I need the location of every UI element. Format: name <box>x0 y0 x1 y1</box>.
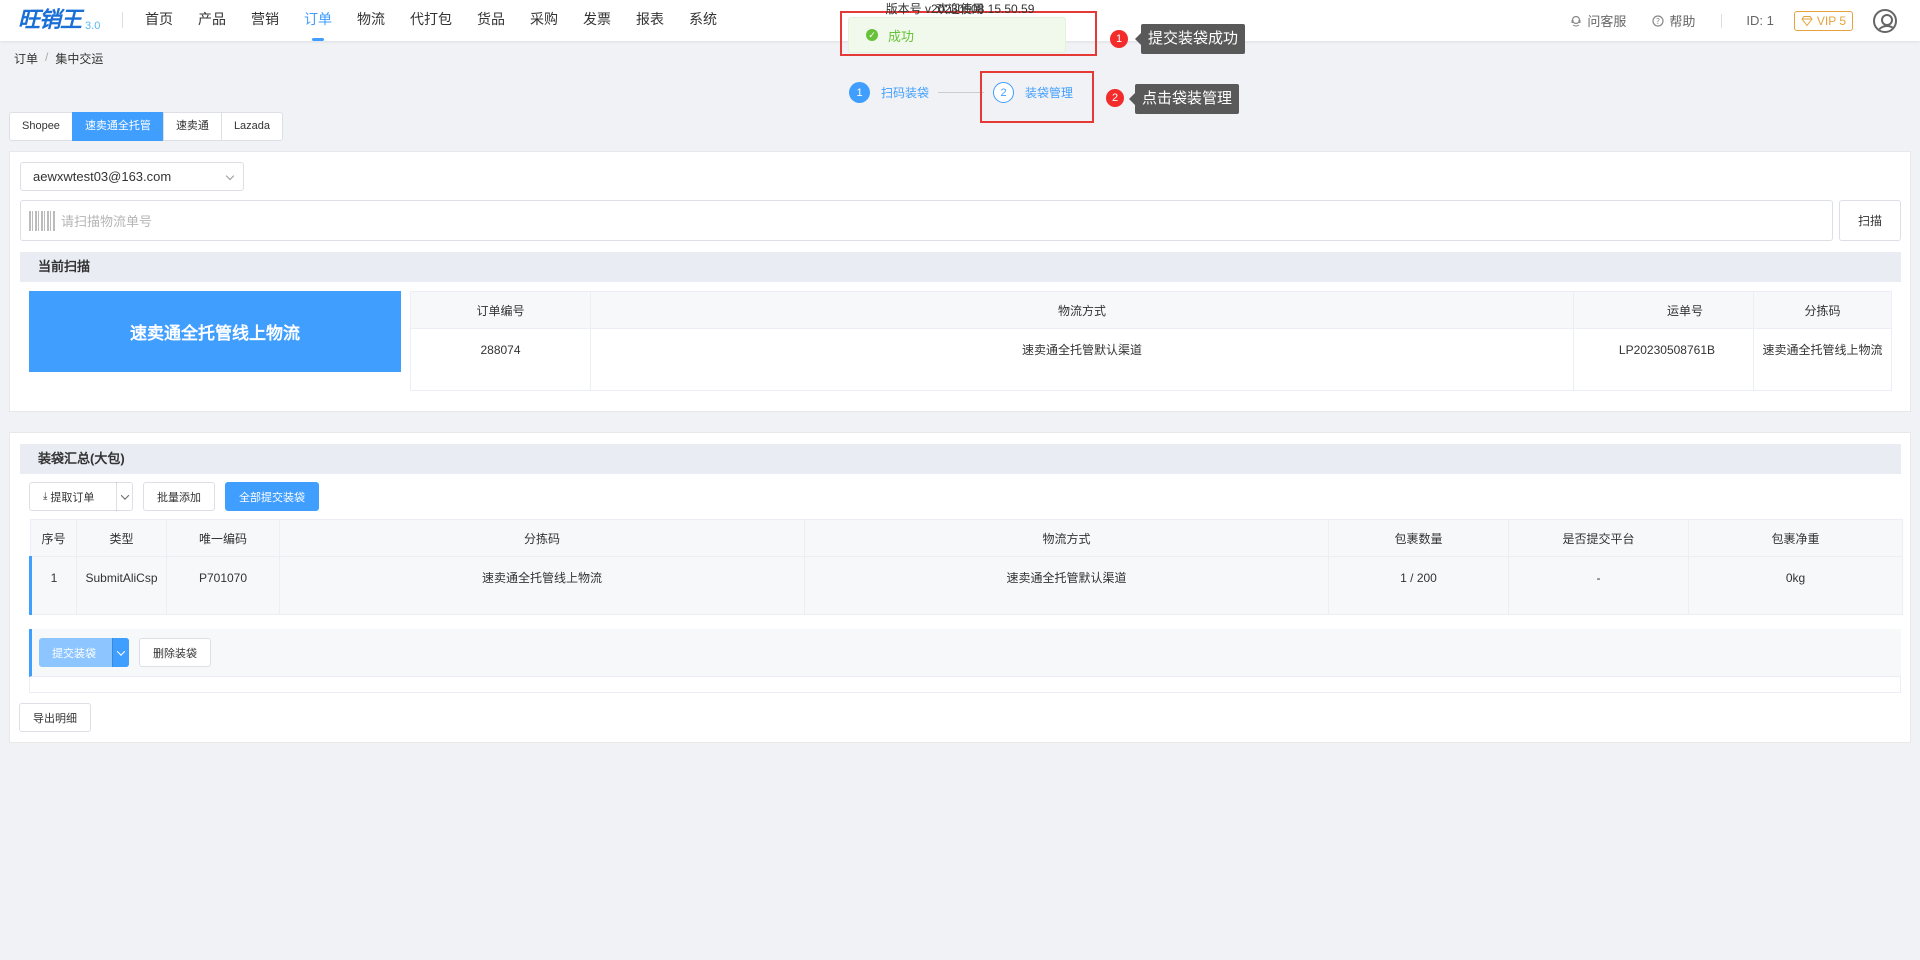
annotation-number-1: 1 <box>1110 30 1128 48</box>
step-1-circle[interactable]: 1 <box>849 82 870 103</box>
tab-shopee[interactable]: Shopee <box>9 112 73 141</box>
col-submitted: 是否提交平台 <box>1508 519 1689 557</box>
batch-add-button[interactable]: 批量添加 <box>143 482 215 511</box>
bag-row-actions: 提交装袋 删除装袋 <box>29 629 1901 677</box>
cell-net-weight: 0kg <box>1688 556 1903 615</box>
cell-logistics: 速卖通全托管默认渠道 <box>590 328 1574 391</box>
submit-all-button[interactable]: 全部提交装袋 <box>225 482 319 511</box>
col-logistics: 物流方式 <box>804 519 1329 557</box>
bag-summary-header: 装袋汇总(大包) <box>20 444 1901 474</box>
delete-bag-button[interactable]: 删除装袋 <box>139 638 211 667</box>
col-package-count: 包裹数量 <box>1328 519 1509 557</box>
cell-sort-code: 速卖通全托管线上物流 <box>279 556 805 615</box>
footer-version: 版本号 v20230508.15.50.59 <box>885 2 1035 16</box>
table-row[interactable]: 1 SubmitAliCsp P701070 速卖通全托管线上物流 速卖通全托管… <box>29 556 1903 615</box>
current-scan-header: 当前扫描 <box>20 252 1901 282</box>
breadcrumb-root[interactable]: 订单 <box>14 50 38 67</box>
tab-lazada[interactable]: Lazada <box>220 112 284 141</box>
cell-sort-code: 速卖通全托管线上物流 <box>1753 328 1892 391</box>
annotation-highlight-step2 <box>980 71 1094 123</box>
chevron-down-icon[interactable] <box>112 638 129 667</box>
account-select[interactable]: aewxwtest03@163.com <box>20 162 244 191</box>
chevron-down-icon <box>225 171 235 181</box>
current-scan-table: 订单编号 物流方式 运单号 分拣码 288074 速卖通全托管默认渠道 LP20… <box>410 291 1892 391</box>
svg-text:?: ? <box>1656 17 1660 26</box>
col-unique-code: 唯一编码 <box>166 519 280 557</box>
breadcrumb: 订单 / 集中交运 <box>14 50 103 67</box>
col-sort-code: 分拣码 <box>279 519 805 557</box>
col-sort-code: 分拣码 <box>1753 291 1892 329</box>
chevron-down-icon[interactable] <box>116 482 132 511</box>
cell-order-no: 288074 <box>410 328 591 391</box>
tab-aliexpress[interactable]: 速卖通 <box>162 112 222 141</box>
version-tag: 3.0 <box>85 20 101 32</box>
col-index: 序号 <box>30 519 77 557</box>
scan-panel: aewxwtest03@163.com 请扫描物流单号 扫描 当前扫描 速卖通全… <box>9 151 1911 412</box>
scan-button[interactable]: 扫描 <box>1839 200 1901 241</box>
cell-submitted: - <box>1508 556 1689 615</box>
bag-table: 序号 类型 唯一编码 分拣码 物流方式 包裹数量 是否提交平台 包裹净重 1 S… <box>29 519 1903 615</box>
col-logistics: 物流方式 <box>590 291 1574 329</box>
annotation-number-2: 2 <box>1106 89 1124 107</box>
annotation-tip-1: 提交装袋成功 <box>1134 24 1246 54</box>
platform-tabs: Shopee 速卖通全托管 速卖通 Lazada <box>9 112 284 141</box>
tab-aliexpress-full[interactable]: 速卖通全托管 <box>71 112 164 141</box>
barcode-icon <box>29 210 55 231</box>
account-value: aewxwtest03@163.com <box>33 169 172 184</box>
export-details-button[interactable]: 导出明细 <box>19 703 91 732</box>
breadcrumb-separator: / <box>45 50 49 64</box>
step-1-label[interactable]: 扫码装袋 <box>881 84 929 101</box>
submit-bag-button[interactable]: 提交装袋 <box>39 638 129 667</box>
scan-placeholder: 请扫描物流单号 <box>61 214 153 229</box>
submit-bag-label: 提交装袋 <box>52 647 96 660</box>
diamond-icon <box>1801 15 1813 26</box>
bag-summary-panel: 装袋汇总(大包) ⤓ 提取订单 批量添加 全部提交装袋 序号 类型 唯一编码 分… <box>9 432 1911 743</box>
cell-type: SubmitAliCsp <box>76 556 167 615</box>
fetch-orders-button[interactable]: ⤓ 提取订单 <box>29 482 133 511</box>
cell-package-count: 1 / 200 <box>1328 556 1509 615</box>
table-row: 288074 速卖通全托管默认渠道 LP20230508761B 速卖通全托管线… <box>410 328 1892 391</box>
fetch-orders-label: 提取订单 <box>50 491 95 504</box>
breadcrumb-current: 集中交运 <box>55 52 104 66</box>
sorting-code-banner: 速卖通全托管线上物流 <box>29 291 401 372</box>
download-icon: ⤓ <box>43 491 48 502</box>
cell-unique-code: P701070 <box>166 556 280 615</box>
step-connector <box>938 92 985 93</box>
col-net-weight: 包裹净重 <box>1688 519 1903 557</box>
cell-tracking-no: LP20230508761B <box>1573 328 1754 391</box>
col-order-no: 订单编号 <box>410 291 591 329</box>
col-type: 类型 <box>76 519 167 557</box>
cell-logistics: 速卖通全托管默认渠道 <box>804 556 1329 615</box>
annotation-highlight-toast <box>840 11 1097 56</box>
annotation-tip-2: 点击袋装管理 <box>1128 84 1240 114</box>
bag-table-footer <box>29 677 1901 693</box>
col-tracking-no: 运单号 <box>1573 291 1754 329</box>
tracking-scan-input[interactable]: 请扫描物流单号 <box>20 200 1833 241</box>
cell-index: 1 <box>29 556 77 615</box>
